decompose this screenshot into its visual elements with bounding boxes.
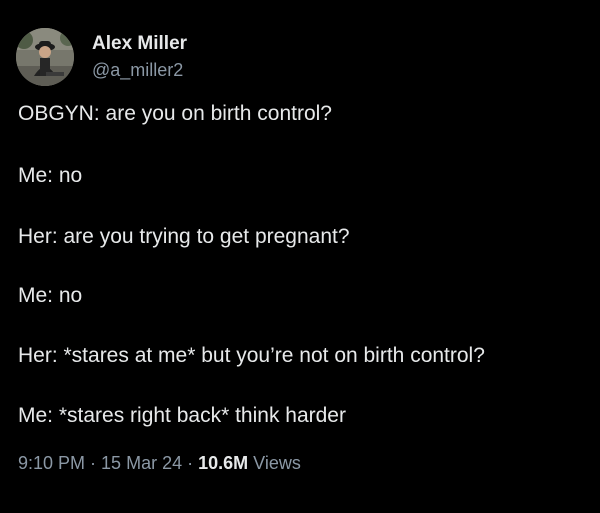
tweet-line: Me: no xyxy=(18,284,83,307)
views-label: Views xyxy=(253,453,301,473)
tweet-line: Her: *stares at me* but you’re not on bi… xyxy=(18,344,485,367)
avatar[interactable] xyxy=(16,28,74,86)
tweet-line: Her: are you trying to get pregnant? xyxy=(18,225,350,248)
tweet-card: Alex Miller @a_miller2 OBGYN: are you on… xyxy=(0,0,600,513)
avatar-image xyxy=(16,28,74,86)
tweet-header: Alex Miller @a_miller2 xyxy=(16,26,187,88)
tweet-date[interactable]: 15 Mar 24 xyxy=(101,453,182,473)
tweet-time[interactable]: 9:10 PM xyxy=(18,453,85,473)
tweet-line: Me: no xyxy=(18,164,83,187)
tweet-meta: 9:10 PM · 15 Mar 24 · 10.6M Views xyxy=(18,451,301,475)
separator-dot: · xyxy=(90,453,97,473)
tweet-line: OBGYN: are you on birth control? xyxy=(18,102,332,125)
author-names: Alex Miller @a_miller2 xyxy=(92,32,187,82)
separator-dot: · xyxy=(187,453,194,473)
views-count[interactable]: 10.6M xyxy=(198,453,248,473)
author-handle[interactable]: @a_miller2 xyxy=(92,58,187,82)
author-display-name[interactable]: Alex Miller xyxy=(92,32,187,56)
tweet-line: Me: *stares right back* think harder xyxy=(18,404,346,427)
